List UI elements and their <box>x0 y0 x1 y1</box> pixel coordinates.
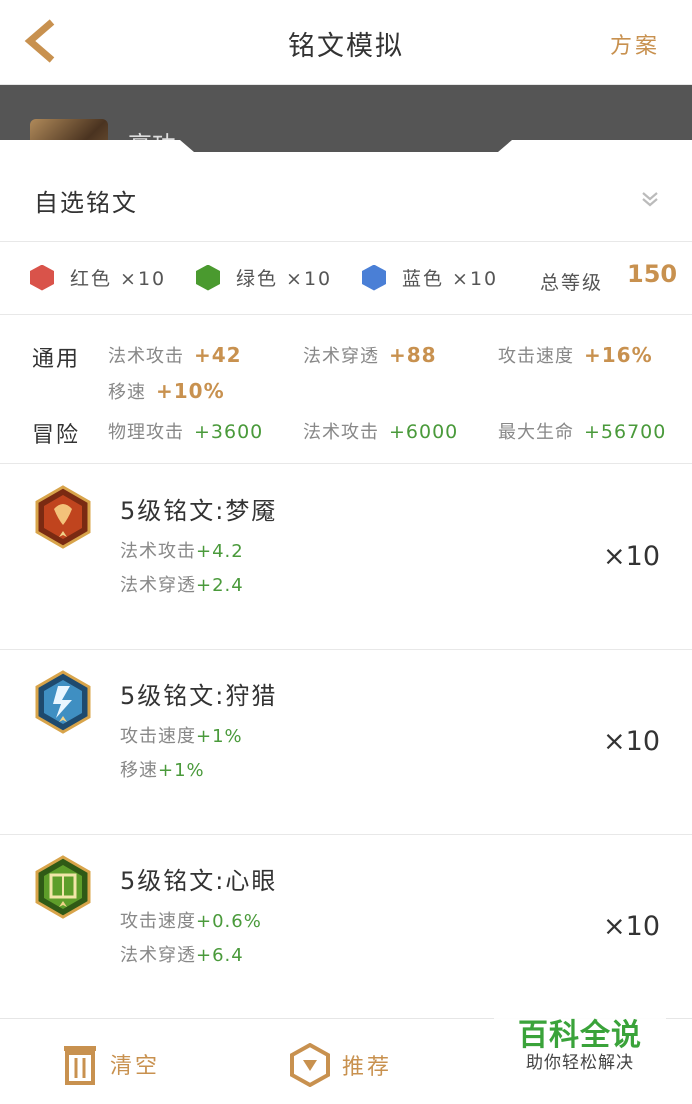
blue-hexagon-icon <box>362 264 386 291</box>
rune-name: 5级铭文:狩猎 <box>120 682 278 710</box>
watermark-subtitle: 助你轻松解决 <box>526 1053 634 1073</box>
stats-summary: 通用 法术攻击 +42 法术穿透 +88 攻击速度 +16% 移速 +10% 冒险 物理… <box>0 315 692 464</box>
total-level-value: 150 <box>627 260 678 288</box>
rune-set-selector[interactable]: 自选铭文 <box>0 155 692 242</box>
green-rune-icon <box>35 855 91 919</box>
red-rune-icon <box>35 485 91 549</box>
rune-attribute: 法术穿透+2.4 <box>120 575 244 596</box>
rune-attribute: 攻击速度+1% <box>120 726 243 747</box>
color-summary: 红色 ×10 绿色 ×10 蓝色 ×10 总等级 150 <box>0 242 692 315</box>
rune-list-item[interactable]: 5级铭文:狩猎 攻击速度+1% 移速+1% ×10 <box>0 650 692 835</box>
rune-name: 5级铭文:梦魇 <box>120 497 278 525</box>
stat-item: 法术穿透 +88 <box>303 343 437 367</box>
stat-item: 移速 +10% <box>108 379 225 403</box>
adventure-label: 冒险 <box>32 423 81 448</box>
chevron-down-icon <box>642 192 658 207</box>
stat-item: 物理攻击 +3600 <box>108 421 264 443</box>
watermark-logo: 百科全说 助你轻松解决 <box>494 1002 666 1086</box>
rune-count: ×10 <box>603 726 660 757</box>
rune-count: ×10 <box>603 541 660 572</box>
rune-count: ×10 <box>603 911 660 942</box>
general-label: 通用 <box>32 347 81 372</box>
rune-attribute: 法术攻击+4.2 <box>120 541 244 562</box>
rune-name: 5级铭文:心眼 <box>120 867 278 895</box>
page-title: 铭文模拟 <box>288 31 404 62</box>
app-header: 铭文模拟 方案 <box>0 0 692 85</box>
blue-count: 蓝色 ×10 <box>362 264 498 291</box>
red-count: 红色 ×10 <box>30 264 166 291</box>
red-hexagon-icon <box>30 264 54 291</box>
trash-icon <box>64 1046 96 1085</box>
green-hexagon-icon <box>196 264 220 291</box>
stat-item: 法术攻击 +6000 <box>303 421 459 443</box>
stat-item: 法术攻击 +42 <box>108 343 242 367</box>
selector-label: 自选铭文 <box>34 189 138 217</box>
rune-list-item[interactable]: 5级铭文:心眼 攻击速度+0.6% 法术穿透+6.4 ×10 <box>0 835 692 1020</box>
stat-item: 最大生命 +56700 <box>498 421 667 443</box>
total-level-label: 总等级 <box>540 272 604 294</box>
stat-item: 攻击速度 +16% <box>498 343 653 367</box>
plan-button[interactable]: 方案 <box>610 28 660 60</box>
rune-attribute: 攻击速度+0.6% <box>120 911 262 932</box>
rune-list-item[interactable]: 5级铭文:梦魇 法术攻击+4.2 法术穿透+2.4 ×10 <box>0 465 692 650</box>
blue-rune-icon <box>35 670 91 734</box>
recommend-hexagon-icon <box>290 1043 330 1087</box>
recommend-button[interactable]: 推荐 <box>290 1043 392 1087</box>
rune-attribute: 法术穿透+6.4 <box>120 945 244 966</box>
green-count: 绿色 ×10 <box>196 264 332 291</box>
clear-button[interactable]: 清空 <box>62 1043 160 1085</box>
rune-attribute: 移速+1% <box>120 760 205 781</box>
